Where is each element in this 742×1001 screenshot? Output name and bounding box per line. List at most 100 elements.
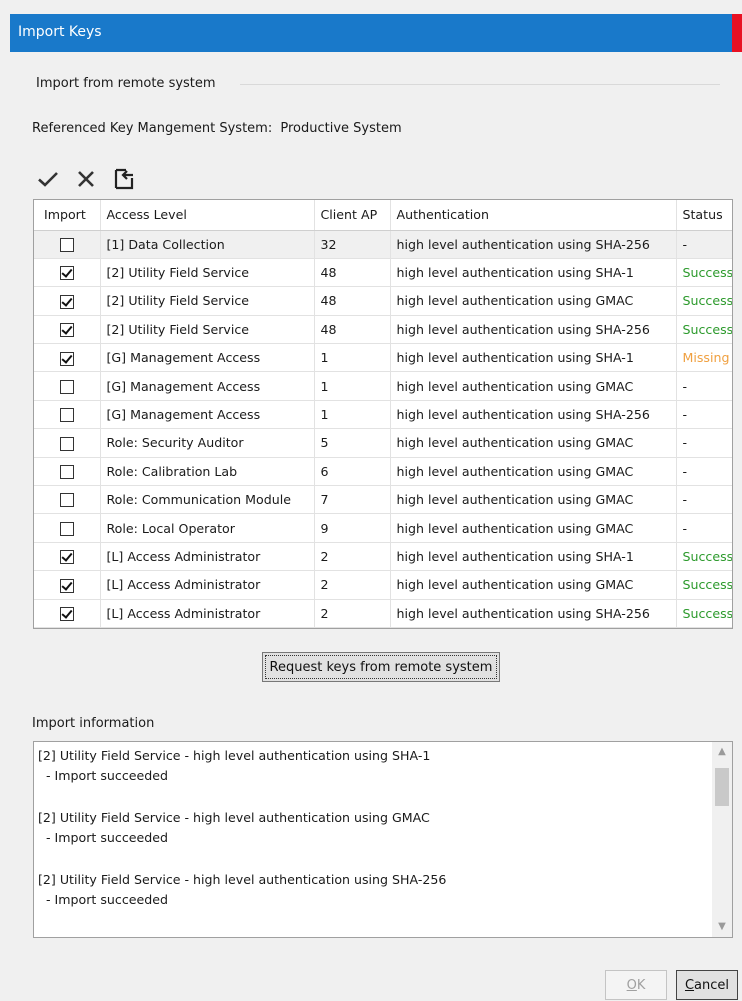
client-ap-cell: 2 — [314, 599, 391, 628]
import-checkbox[interactable] — [59, 323, 74, 338]
client-ap-cell: 6 — [314, 457, 391, 487]
import-cell — [34, 570, 101, 600]
status-cell: Missing — [676, 343, 732, 373]
info-entry: [2] Utility Field Service - high level a… — [38, 746, 708, 786]
table-row[interactable]: Role: Security Auditor 5 high level authen… — [34, 428, 732, 458]
import-cell — [34, 599, 101, 628]
ok-mnemonic: O — [626, 977, 637, 993]
import-checkbox[interactable] — [59, 266, 74, 281]
close-button[interactable] — [732, 14, 742, 52]
column-header-status[interactable]: Status — [676, 200, 732, 231]
table-row[interactable]: [G] Management Access 1 high level authent… — [34, 400, 732, 430]
request-keys-button[interactable]: Request keys from remote system — [262, 652, 500, 682]
info-scrollbar[interactable]: ▲ ▼ — [712, 742, 732, 937]
cross-icon[interactable] — [74, 167, 98, 191]
client-ap-cell: 48 — [314, 286, 391, 316]
scrollbar-thumb[interactable] — [715, 768, 729, 806]
table-row[interactable]: [L] Access Administrator 2 high level auth… — [34, 599, 732, 628]
column-header-import[interactable]: Import — [34, 200, 101, 231]
client-ap-cell: 7 — [314, 485, 391, 515]
cancel-button[interactable]: Cancel — [676, 970, 738, 1000]
status-cell: Success — [676, 542, 732, 572]
authentication-cell: high level authentication using SHA-256 — [390, 315, 677, 345]
table-row[interactable]: [1] Data Collection 32 high level authenti… — [34, 230, 732, 259]
table-row[interactable]: Role: Local Operator 9 high level authenti… — [34, 513, 732, 543]
access-level-cell: [2] Utility Field Service — [100, 286, 315, 316]
client-ap-cell: 48 — [314, 315, 391, 345]
info-entry-title: [2] Utility Field Service - high level a… — [38, 872, 447, 887]
table-row[interactable]: [G] Management Access 1 high level authent… — [34, 371, 732, 401]
table-row[interactable]: [L] Access Administrator 2 high level auth… — [34, 542, 732, 572]
table-row[interactable]: [2] Utility Field Service 48 high level au… — [34, 286, 732, 316]
access-level-cell: [G] Management Access — [100, 400, 315, 430]
import-cell — [34, 400, 101, 430]
import-checkbox[interactable] — [59, 436, 74, 451]
import-cell — [34, 485, 101, 515]
checkmark-icon[interactable] — [36, 167, 60, 191]
info-entry-detail: - Import succeeded — [46, 892, 168, 907]
table-row[interactable]: [G] Management Access 1 high level authent… — [34, 343, 732, 373]
access-level-cell: [L] Access Administrator — [100, 542, 315, 572]
access-level-cell: Role: Calibration Lab — [100, 457, 315, 487]
ok-button[interactable]: OK — [605, 970, 667, 1000]
import-checkbox[interactable] — [59, 465, 74, 480]
access-level-cell: [2] Utility Field Service — [100, 258, 315, 288]
scroll-up-icon[interactable]: ▲ — [712, 742, 732, 762]
import-checkbox[interactable] — [59, 379, 74, 394]
access-level-cell: [2] Utility Field Service — [100, 315, 315, 345]
import-icon[interactable] — [112, 167, 136, 191]
authentication-cell: high level authentication using GMAC — [390, 286, 677, 316]
client-ap-cell: 2 — [314, 542, 391, 572]
import-checkbox[interactable] — [59, 550, 74, 565]
import-cell — [34, 258, 101, 288]
group-label: Import from remote system — [36, 76, 216, 91]
info-entry-title: [2] Utility Field Service - high level a… — [38, 810, 430, 825]
client-ap-cell: 1 — [314, 371, 391, 401]
status-cell: - — [676, 371, 732, 401]
status-cell: - — [676, 230, 732, 259]
table-row[interactable]: Role: Calibration Lab 6 high level authent… — [34, 457, 732, 487]
table-row[interactable]: [L] Access Administrator 2 high level auth… — [34, 570, 732, 600]
import-checkbox[interactable] — [59, 294, 74, 309]
status-cell: - — [676, 485, 732, 515]
info-entry: [2] Utility Field Service - high level a… — [38, 870, 708, 910]
access-level-cell: Role: Local Operator — [100, 513, 315, 543]
access-level-table: Import Access Level Client AP Authentica… — [33, 199, 733, 629]
import-cell — [34, 230, 101, 259]
client-ap-cell: 32 — [314, 230, 391, 259]
import-checkbox[interactable] — [59, 607, 74, 622]
access-level-cell: [G] Management Access — [100, 343, 315, 373]
group-divider — [240, 84, 720, 85]
status-cell: - — [676, 513, 732, 543]
table-row[interactable]: Role: Communication Module 7 high level au… — [34, 485, 732, 515]
import-checkbox[interactable] — [59, 493, 74, 508]
import-information-text: [2] Utility Field Service - high level a… — [38, 746, 708, 932]
authentication-cell: high level authentication using GMAC — [390, 513, 677, 543]
access-level-cell: Role: Security Auditor — [100, 428, 315, 458]
column-header-access-level[interactable]: Access Level — [100, 200, 315, 231]
table-row[interactable]: [2] Utility Field Service 48 high level au… — [34, 258, 732, 288]
column-header-client-ap[interactable]: Client AP — [314, 200, 391, 231]
cancel-label-rest: ancel — [694, 977, 730, 993]
access-level-cell: [L] Access Administrator — [100, 599, 315, 628]
authentication-cell: high level authentication using SHA-256 — [390, 599, 677, 628]
import-checkbox[interactable] — [59, 351, 74, 366]
status-cell: Success — [676, 315, 732, 345]
table-row[interactable]: [2] Utility Field Service 48 high level au… — [34, 315, 732, 345]
status-cell: - — [676, 428, 732, 458]
access-level-cell: [1] Data Collection — [100, 230, 315, 259]
client-ap-cell: 2 — [314, 570, 391, 600]
import-information-box[interactable]: [2] Utility Field Service - high level a… — [33, 741, 733, 938]
import-checkbox[interactable] — [59, 578, 74, 593]
authentication-cell: high level authentication using SHA-256 — [390, 230, 677, 259]
column-header-authentication[interactable]: Authentication — [390, 200, 677, 231]
access-level-cell: [G] Management Access — [100, 371, 315, 401]
access-level-cell: Role: Communication Module — [100, 485, 315, 515]
import-checkbox[interactable] — [59, 521, 74, 536]
scroll-down-icon[interactable]: ▼ — [712, 917, 732, 937]
status-cell: Success — [676, 599, 732, 628]
import-cell — [34, 286, 101, 316]
import-checkbox[interactable] — [59, 408, 74, 423]
info-entry-detail: - Import succeeded — [46, 768, 168, 783]
import-checkbox[interactable] — [59, 237, 74, 252]
